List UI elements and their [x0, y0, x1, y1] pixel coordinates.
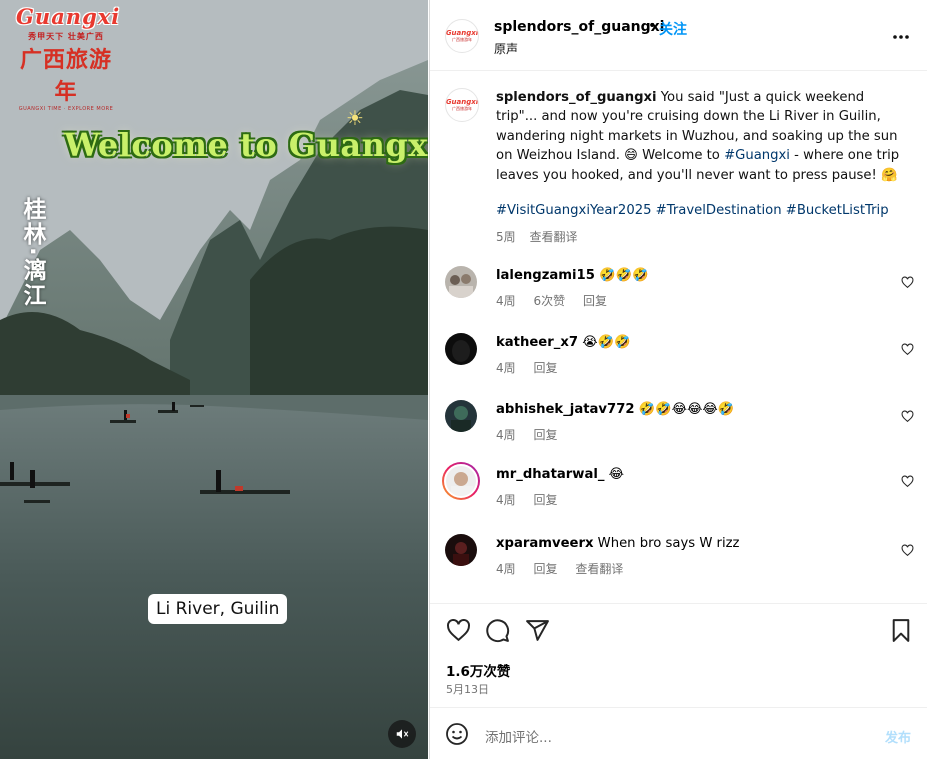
bookmark-icon	[892, 619, 910, 642]
place-name-vertical: 桂林·漓江	[19, 197, 45, 308]
follow-button[interactable]: 关注	[659, 19, 687, 39]
hashtag-link[interactable]: #Guangxi	[724, 148, 790, 163]
comment-body: xparamveerx When bro says W rizz	[496, 536, 740, 551]
commenter-avatar[interactable]	[445, 333, 477, 365]
more-options-button[interactable]	[892, 24, 910, 45]
commenter-avatar[interactable]	[445, 534, 477, 566]
brand-english-subtitle: GUANGXI TIME · EXPLORE MORE	[18, 106, 114, 112]
comment-like-button[interactable]	[901, 542, 914, 561]
like-count[interactable]: 1.6万次赞	[446, 660, 510, 680]
comment-like-button[interactable]	[901, 274, 914, 293]
comment-like-button[interactable]	[901, 341, 914, 360]
comment-icon	[486, 619, 510, 643]
comment-item: mr_dhatarwal_ 😂 4周 回复	[442, 462, 915, 527]
share-button[interactable]	[525, 618, 550, 647]
commenter-username[interactable]: xparamveerx	[496, 536, 593, 551]
comment-meta: 4周 回复	[496, 491, 571, 508]
reply-button[interactable]: 回复	[583, 294, 607, 308]
caption-hashtags[interactable]: #VisitGuangxiYear2025 #TravelDestination…	[496, 203, 889, 218]
post-media[interactable]: Guangxi 秀甲天下 壮美广西 广西旅游年 GUANGXI TIME · E…	[0, 0, 428, 759]
reply-button[interactable]: 回复	[533, 493, 557, 507]
comment-input[interactable]: 添加评论...	[485, 726, 552, 746]
comment-body: mr_dhatarwal_ 😂	[496, 467, 625, 482]
see-translation-link[interactable]: 查看翻译	[529, 230, 577, 244]
comment-like-button[interactable]	[901, 473, 914, 492]
comment-like-count[interactable]: 6次赞	[533, 294, 565, 308]
comment-like-button[interactable]	[901, 408, 914, 427]
post-header: Guangxi 广西旅游年 splendors_of_guangxi • 关注 …	[430, 0, 927, 71]
brand-tagline: 秀甲天下 壮美广西	[28, 32, 104, 41]
heart-icon	[901, 544, 914, 557]
commenter-username[interactable]: katheer_x7	[496, 335, 578, 350]
comment-button[interactable]	[485, 618, 510, 647]
reply-button[interactable]: 回复	[533, 361, 557, 375]
mute-button[interactable]	[388, 720, 416, 748]
heart-icon	[901, 410, 914, 423]
comment-time: 4周	[496, 428, 516, 442]
more-horizontal-icon	[893, 35, 909, 39]
share-icon	[526, 620, 549, 641]
commenter-username[interactable]: mr_dhatarwal_	[496, 467, 604, 482]
post-side-panel: Guangxi 广西旅游年 splendors_of_guangxi • 关注 …	[429, 0, 927, 759]
save-button[interactable]	[890, 618, 912, 647]
brand-wordmark: Guangxi	[16, 4, 121, 29]
comment-body: katheer_x7 😭🤣🤣	[496, 335, 631, 350]
comment-time: 4周	[496, 361, 516, 375]
reply-button[interactable]: 回复	[533, 562, 557, 576]
comment-item: katheer_x7 😭🤣🤣 4周 回复	[445, 333, 915, 395]
comment-time: 4周	[496, 562, 516, 576]
welcome-overlay-text: Welcome to Guangxi	[64, 126, 428, 164]
speaker-muted-icon	[396, 729, 409, 739]
commenter-username[interactable]: lalengzami15	[496, 268, 595, 283]
separator-dot: •	[648, 18, 657, 34]
author-username[interactable]: splendors_of_guangxi	[494, 19, 664, 35]
comment-meta: 4周 6次赞 回复	[496, 292, 621, 309]
guangxi-brand-logo: Guangxi 秀甲天下 壮美广西 广西旅游年 GUANGXI TIME · E…	[16, 4, 121, 112]
reply-button[interactable]: 回复	[533, 428, 557, 442]
caption-meta: 5周 查看翻译	[496, 228, 587, 245]
caption-username[interactable]: splendors_of_guangxi	[496, 90, 657, 105]
brand-chinese-title: 广西旅游年	[19, 47, 112, 105]
commenter-username[interactable]: abhishek_jatav772	[496, 402, 635, 417]
heart-icon	[901, 276, 914, 289]
heart-icon	[447, 619, 470, 642]
post-comment-button[interactable]: 发布	[885, 727, 911, 746]
commenter-avatar[interactable]	[445, 400, 477, 432]
comment-item: xparamveerx When bro says W rizz 4周 回复 查…	[445, 534, 915, 596]
like-button[interactable]	[446, 618, 471, 647]
comment-body: abhishek_jatav772 🤣🤣😂😂😂🤣	[496, 402, 735, 417]
location-caption: Li River, Guilin	[148, 594, 288, 624]
caption-author-avatar[interactable]: Guangxi 广西旅游年	[445, 88, 479, 122]
comment-item: lalengzami15 🤣🤣🤣 4周 6次赞 回复	[445, 266, 915, 328]
post-date: 5月13日	[446, 683, 489, 696]
comment-time: 4周	[496, 294, 516, 308]
comment-meta: 4周 回复	[496, 426, 571, 443]
comment-time: 4周	[496, 493, 516, 507]
comment-item: abhishek_jatav772 🤣🤣😂😂😂🤣 4周 回复	[445, 400, 915, 462]
emoji-button[interactable]	[445, 722, 469, 750]
caption-text: splendors_of_guangxi You said "Just a qu…	[496, 90, 900, 183]
commenter-avatar[interactable]	[442, 462, 480, 500]
caption-time: 5周	[496, 230, 516, 244]
heart-icon	[901, 475, 914, 488]
emoji-icon	[446, 723, 468, 745]
author-avatar[interactable]: Guangxi 广西旅游年	[445, 19, 479, 53]
post-action-bar: 1.6万次赞 5月13日	[430, 603, 927, 707]
see-translation-link[interactable]: 查看翻译	[575, 562, 623, 576]
comment-composer: 添加评论... 发布	[430, 707, 927, 759]
comment-body: lalengzami15 🤣🤣🤣	[496, 268, 649, 283]
comment-meta: 4周 回复 查看翻译	[496, 560, 637, 577]
original-audio-label[interactable]: 原声	[494, 40, 518, 57]
commenter-avatar[interactable]	[445, 266, 477, 298]
comment-meta: 4周 回复	[496, 359, 571, 376]
heart-icon	[901, 343, 914, 356]
